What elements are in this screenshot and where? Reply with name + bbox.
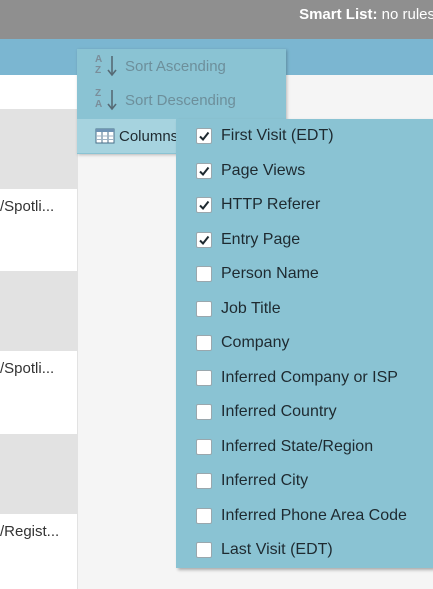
column-option[interactable]: Inferred Phone Area Code [176,499,433,533]
sort-descending-menu-item[interactable]: ZA Sort Descending [77,83,286,117]
column-option-label: Company [221,334,290,351]
sort-ascending-label: Sort Ascending [125,57,226,75]
column-option-label: Page Views [221,161,306,179]
checkbox-checked[interactable] [196,128,212,144]
checkmark-icon [199,200,210,211]
smart-list-status: Smart List: no rules [299,6,433,23]
checkbox-unchecked[interactable] [196,335,212,351]
checkbox-unchecked[interactable] [196,266,212,282]
column-option[interactable]: Person Name [176,257,433,291]
grid-cell-text[interactable]: /Spotli... [0,198,77,215]
columns-label: Columns [119,127,179,145]
column-option[interactable]: Entry Page [176,223,433,257]
checkbox-unchecked[interactable] [196,404,212,420]
grid-row-block [0,434,77,514]
sort-descending-icon: ZA [95,89,121,111]
column-option-label: First Visit (EDT) [221,127,334,144]
column-option-label: HTTP Referer [221,196,321,213]
column-option[interactable]: Last Visit (EDT) [176,533,433,567]
checkbox-checked[interactable] [196,162,212,179]
column-option[interactable]: Company [176,326,433,360]
sort-descending-label: Sort Descending [125,91,236,109]
column-option-label: Person Name [221,265,319,282]
checkbox-unchecked[interactable] [196,507,212,524]
checkbox-checked[interactable] [196,197,212,213]
column-option[interactable]: Job Title [176,292,433,326]
sort-ascending-menu-item[interactable]: AZ Sort Ascending [77,49,286,83]
grid-cell-text[interactable]: /Regist... [0,523,77,540]
column-option-label: Entry Page [221,230,301,248]
checkbox-unchecked[interactable] [196,542,212,558]
grid-row-block [0,109,77,189]
smart-list-value: no rules [381,6,433,23]
grid-cell-text[interactable]: /Spotli... [0,360,77,377]
checkbox-unchecked[interactable] [196,300,212,317]
column-option[interactable]: Page Views [176,154,433,188]
top-bar: Smart List: no rules [0,0,433,39]
column-option-label: Last Visit (EDT) [221,541,333,558]
column-option-label: Inferred Country [221,403,337,420]
checkbox-checked[interactable] [196,231,212,248]
checkmark-icon [199,166,210,176]
grid-row-block [0,271,77,351]
sort-ascending-icon: AZ [95,55,121,77]
checkbox-unchecked[interactable] [196,438,212,455]
column-option-label: Job Title [221,299,281,317]
column-option-label: Inferred State/Region [221,437,374,455]
checkbox-unchecked[interactable] [196,369,212,386]
checkmark-icon [199,235,210,245]
column-option[interactable]: Inferred State/Region [176,430,433,464]
columns-icon [95,128,115,144]
column-option[interactable]: HTTP Referer [176,188,433,222]
columns-submenu: First Visit (EDT) Page Views HTTP Referer E… [176,119,433,568]
column-option[interactable]: First Visit (EDT) [176,119,433,153]
smart-list-label: Smart List: [299,6,378,23]
column-option-label: Inferred Company or ISP [221,368,398,386]
column-option-label: Inferred Phone Area Code [221,506,407,524]
column-option[interactable]: Inferred City [176,464,433,498]
checkmark-icon [199,131,210,142]
column-option[interactable]: Inferred Company or ISP [176,361,433,395]
column-option[interactable]: Inferred Country [176,395,433,429]
column-option-label: Inferred City [221,472,309,489]
checkbox-unchecked[interactable] [196,473,212,489]
grid-left-pane: /Spotli... /Spotli... /Regist... [0,75,78,589]
